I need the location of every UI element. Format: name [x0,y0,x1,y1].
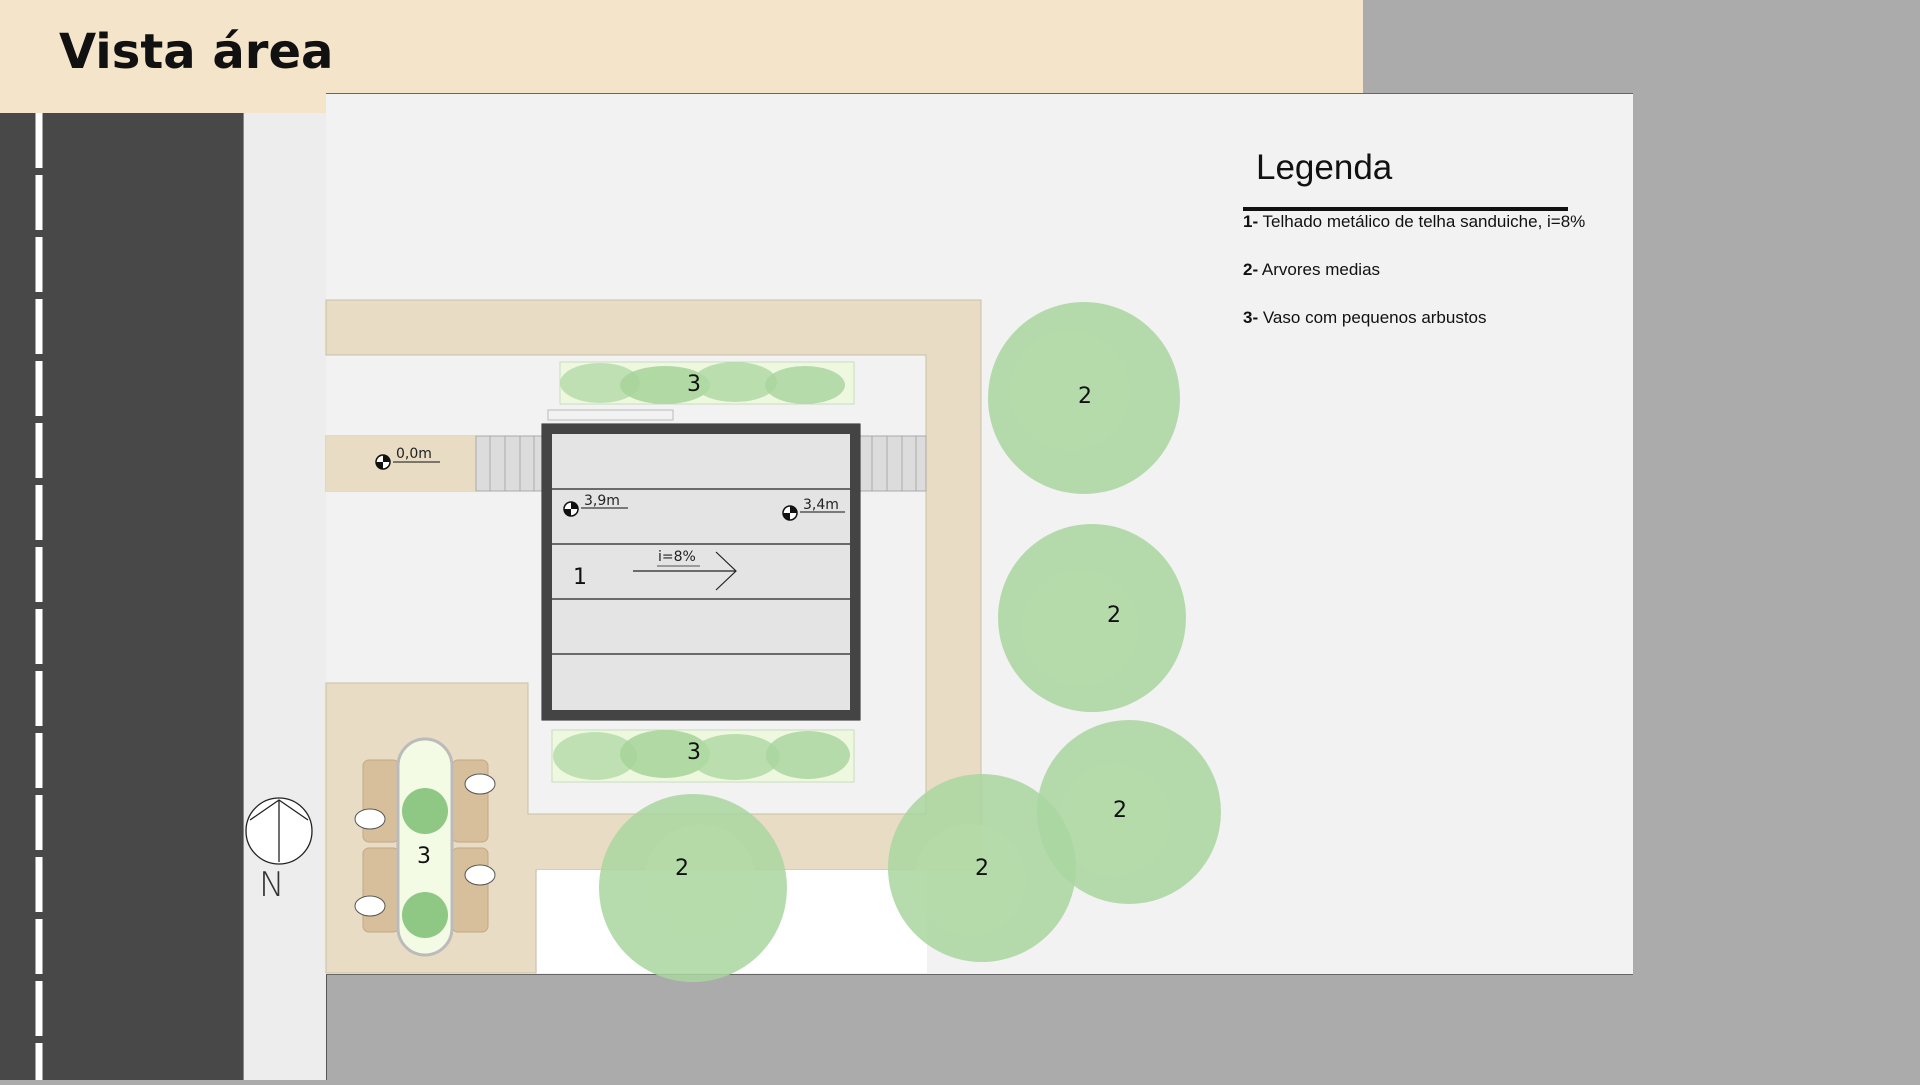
planter-seating-label: 3 [417,844,431,869]
legend-item-number: 3- [1243,308,1259,327]
planter-top-label: 3 [687,372,701,397]
tree-label-4: 2 [975,856,989,881]
tree-label-5: 2 [675,856,689,881]
legend-item-text: Vaso com pequenos arbustos [1262,308,1487,327]
north-arrow [245,797,313,865]
legend-item-3: 3- Vaso com pequenos arbustos [1243,308,1487,328]
steps-right [857,435,927,492]
tree-label-3: 2 [1113,798,1127,823]
roof-label: 1 [573,565,587,590]
legend-item-2: 2- Arvores medias [1243,260,1380,280]
legend-item-text: Telhado metálico de telha sanduiche, i=8… [1262,212,1586,231]
slope-label: i=8% [658,549,696,565]
entrance-path [326,436,476,491]
tree-2 [998,524,1186,712]
level-label-roof-right: 3,4m [803,497,839,513]
steps-left [475,435,543,492]
level-label-entrance: 0,0m [396,446,432,462]
tree-label-2: 2 [1107,603,1121,628]
level-label-roof-left: 3,9m [584,493,620,509]
planter-top [559,361,855,405]
legend-item-number: 1- [1243,212,1259,231]
planter-bottom [551,729,855,783]
planter-bottom-label: 3 [687,740,701,765]
north-label: N [259,865,285,905]
tree-label-1: 2 [1078,384,1092,409]
roof-structure [541,423,861,721]
legend-item-number: 2- [1243,260,1259,279]
bench-outline [547,409,674,421]
legend-item-1: 1- Telhado metálico de telha sanduiche, … [1243,212,1585,232]
tree-5 [599,794,787,982]
site-plan [245,299,1221,982]
legend-rule [1243,207,1568,211]
legend-title: Legenda [1256,148,1393,187]
legend-item-text: Arvores medias [1261,260,1381,279]
